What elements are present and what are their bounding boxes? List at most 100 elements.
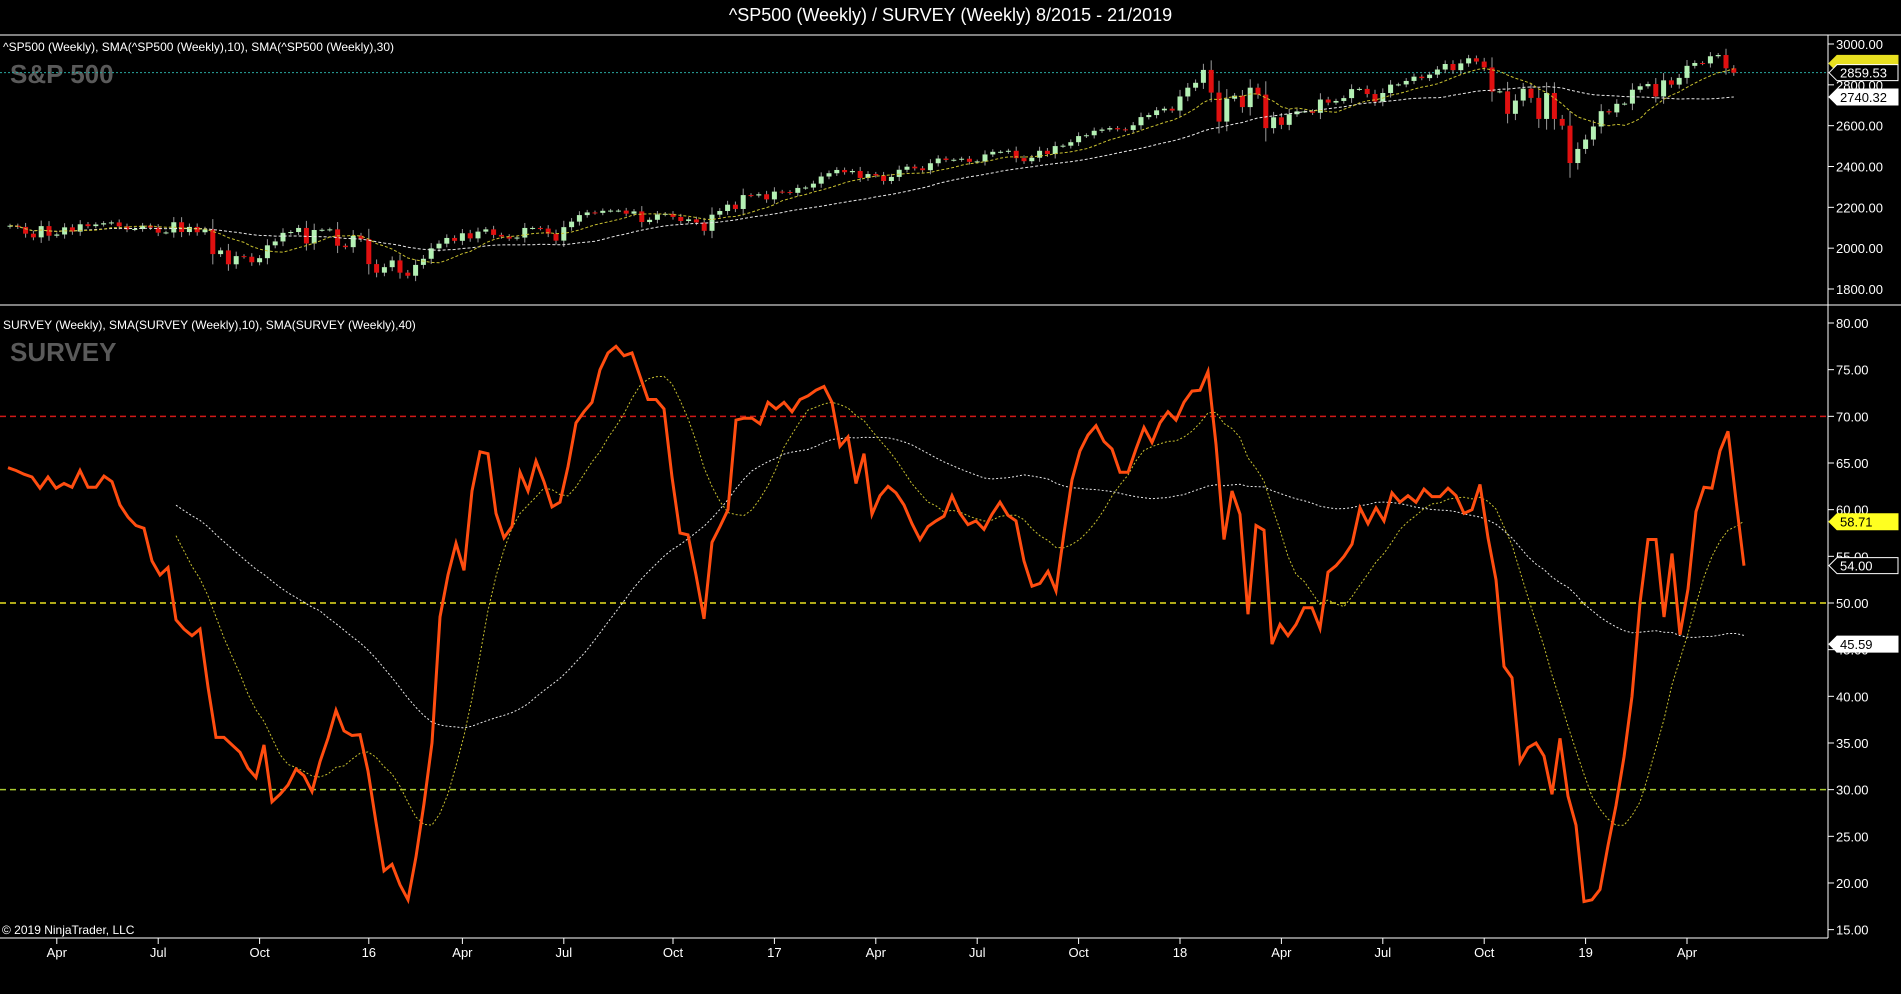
y-tick-label: 80.00 (1836, 316, 1869, 331)
candle-up (896, 169, 902, 177)
candle-up (1388, 84, 1394, 93)
candle-up (1271, 117, 1277, 129)
candle-up (654, 214, 660, 220)
candle-up (576, 215, 582, 222)
candle-up (561, 227, 567, 241)
candle-up (1442, 64, 1448, 70)
sp500-last-price-flag: 2859.53 (1828, 64, 1899, 82)
candle-down (1668, 80, 1674, 85)
candle-down (23, 226, 29, 234)
candle-up (1099, 129, 1105, 131)
y-tick-label: 2200.00 (1836, 200, 1883, 215)
candle-up (826, 173, 832, 177)
candle-up (959, 158, 965, 160)
candle-up (631, 211, 637, 214)
chart-canvas[interactable]: ^SP500 (Weekly), SMA(^SP500 (Weekly),10)… (0, 0, 1901, 994)
candle-down (1536, 97, 1542, 119)
candle-down (623, 210, 629, 214)
candle-down (1505, 91, 1511, 114)
candle-up (1614, 103, 1620, 113)
candle-up (1154, 110, 1160, 116)
candle-down (1122, 129, 1128, 131)
y-tick-label: 20.00 (1836, 876, 1869, 891)
candle-down (1528, 88, 1534, 98)
x-tick-label: Apr (1677, 945, 1698, 960)
candle-down (1021, 158, 1027, 162)
candle-up (132, 228, 138, 230)
candle-down (1653, 84, 1659, 97)
candle-up (584, 212, 590, 216)
candle-down (179, 222, 185, 233)
y-tick-label: 1800.00 (1836, 282, 1883, 297)
candle-up (1661, 80, 1667, 97)
candle-up (1029, 157, 1035, 162)
x-tick-label: Apr (452, 945, 473, 960)
candle-down (693, 219, 699, 223)
y-tick-label: 2600.00 (1836, 119, 1883, 134)
candle-up (1107, 128, 1113, 130)
candle-down (491, 229, 497, 235)
candle-up (54, 234, 60, 236)
candle-up (436, 243, 442, 249)
survey-sma10-flag: 58.71 (1828, 513, 1899, 531)
candle-up (1544, 93, 1550, 119)
candle-down (1216, 92, 1222, 122)
candle-down (787, 192, 793, 194)
survey-line (7, 344, 1746, 905)
candle-down (1044, 150, 1050, 155)
candle-up (1715, 55, 1721, 57)
candle-up (1466, 58, 1472, 64)
candle-up (1583, 139, 1589, 149)
candle-up (1091, 130, 1097, 136)
bottom-panel-watermark: SURVEY (10, 337, 116, 367)
candle-up (795, 187, 801, 193)
candle-up (1193, 82, 1199, 88)
candle-down (678, 216, 684, 222)
candle-down (920, 168, 926, 171)
top-panel-watermark: S&P 500 (10, 59, 114, 89)
survey-last-value-flag-text: 54.00 (1840, 559, 1873, 574)
candle-up (381, 267, 387, 273)
candle-up (1060, 145, 1066, 147)
candle-up (1161, 108, 1167, 111)
x-tick-label: Apr (1271, 945, 1292, 960)
candle-up (1512, 100, 1518, 114)
candle-up (1707, 56, 1713, 64)
candle-down (498, 234, 504, 237)
candle-up (1200, 69, 1206, 83)
candle-down (1419, 76, 1425, 79)
candle-up (1286, 114, 1292, 125)
candle-up (904, 166, 910, 170)
y-tick-label: 65.00 (1836, 456, 1869, 471)
candle-down (1489, 67, 1495, 92)
candle-up (1427, 74, 1433, 79)
candle-down (30, 233, 36, 238)
candle-up (740, 195, 746, 209)
x-tick-label: 19 (1578, 945, 1592, 960)
candle-down (881, 175, 887, 181)
candle-down (1723, 55, 1729, 69)
candle-up (413, 264, 419, 276)
candle-up (272, 241, 278, 246)
candle-up (1434, 69, 1440, 75)
y-tick-label: 50.00 (1836, 596, 1869, 611)
candle-down (1559, 118, 1565, 126)
x-tick-label: Oct (1068, 945, 1089, 960)
candle-up (475, 231, 481, 239)
candle-up (389, 260, 395, 268)
candle-down (85, 224, 91, 227)
x-tick-label: Jul (150, 945, 167, 960)
survey-sma10-flag-text: 58.71 (1840, 515, 1873, 530)
candle-up (233, 256, 239, 265)
candle-down (1278, 117, 1284, 125)
candle-down (1700, 62, 1706, 64)
candle-down (1310, 111, 1316, 113)
candle-up (296, 227, 302, 233)
candle-down (1567, 125, 1573, 164)
candle-up (998, 151, 1004, 153)
candle-down (366, 239, 372, 265)
x-tick-label: Jul (1374, 945, 1391, 960)
candle-up (686, 219, 692, 222)
candle-up (101, 223, 107, 225)
x-tick-label: Oct (249, 945, 270, 960)
